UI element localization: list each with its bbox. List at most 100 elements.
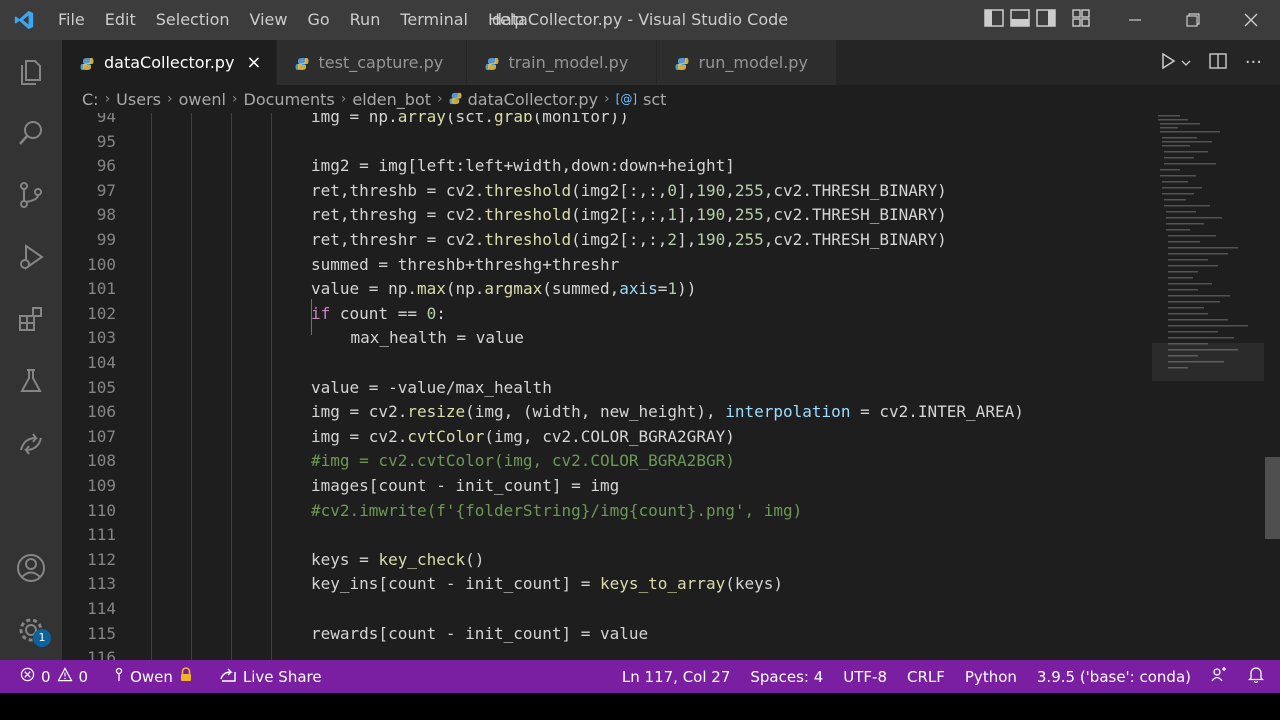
vscode-logo-icon <box>0 0 48 40</box>
code-line[interactable]: 106 img = cv2.resize(img, (width, new_hei… <box>62 400 1142 425</box>
feedback-icon[interactable] <box>1211 666 1228 687</box>
breadcrumb-owenl[interactable]: owenl <box>179 90 226 109</box>
breadcrumb: C: › Users › owenl › Documents › elden_b… <box>62 85 1280 113</box>
code-text: img2 = img[left:left+width,down:down+hei… <box>311 156 735 176</box>
code-text: summed = threshb+threshg+threshr <box>311 254 620 274</box>
line-endings[interactable]: CRLF <box>907 668 945 686</box>
tab-run-model[interactable]: run_model.py <box>656 40 837 85</box>
code-line[interactable]: 98 ret,threshg = cv2.threshold(img2[:,:,1… <box>62 203 1142 228</box>
extensions-icon[interactable] <box>0 288 62 350</box>
code-line[interactable]: 116 <box>62 646 1142 660</box>
tab-label: dataCollector.py <box>104 53 235 72</box>
minimize-button[interactable] <box>1106 0 1164 40</box>
menu-view[interactable]: View <box>240 0 298 40</box>
code-line[interactable]: 94 img = np.array(sct.grab(monitor)) <box>62 113 1142 130</box>
more-actions-icon[interactable]: ··· <box>1245 52 1262 73</box>
error-count: 0 <box>41 667 51 686</box>
code-line[interactable]: 115 rewards[count - init_count] = value <box>62 622 1142 647</box>
code-line[interactable]: 107 img = cv2.cvtColor(img, cv2.COLOR_BGR… <box>62 425 1142 450</box>
menu-go[interactable]: Go <box>297 0 339 40</box>
account-name: Owen <box>130 667 173 686</box>
line-number: 105 <box>87 377 116 397</box>
tab-datacollector[interactable]: dataCollector.py × <box>62 40 277 85</box>
code-line[interactable]: 95 <box>62 130 1142 155</box>
source-control-icon[interactable] <box>0 164 62 226</box>
code-line[interactable]: 108 #img = cv2.cvtColor(img, cv2.COLOR_BG… <box>62 449 1142 474</box>
code-line[interactable]: 114 <box>62 597 1142 622</box>
code-text: max_health = value <box>350 328 524 348</box>
breadcrumb-file[interactable]: dataCollector.py <box>468 90 598 109</box>
testing-icon[interactable] <box>0 350 62 412</box>
tab-test-capture[interactable]: test_capture.py <box>276 40 467 85</box>
settings-gear-icon[interactable] <box>0 599 62 661</box>
live-share-button[interactable]: Live Share <box>219 667 322 687</box>
close-tab-icon[interactable]: × <box>246 52 261 73</box>
toggle-primary-sidebar-icon[interactable] <box>984 9 1004 31</box>
menu-selection[interactable]: Selection <box>146 0 240 40</box>
breadcrumb-symbol[interactable]: sct <box>643 90 666 109</box>
menu-help[interactable]: Help <box>478 0 534 40</box>
indentation[interactable]: Spaces: 4 <box>750 668 823 686</box>
tab-label: run_model.py <box>698 53 808 72</box>
code-line[interactable]: 96 img2 = img[left:left+width,down:down+h… <box>62 154 1142 179</box>
toggle-panel-icon[interactable] <box>1010 9 1030 31</box>
menu-file[interactable]: File <box>48 0 95 40</box>
problems-indicator[interactable]: 0 0 <box>20 667 88 686</box>
code-line[interactable]: 112 keys = key_check() <box>62 548 1142 573</box>
menu-edit[interactable]: Edit <box>95 0 146 40</box>
code-line[interactable]: 103 max_health = value <box>62 326 1142 351</box>
editor-actions: ··· <box>1159 40 1280 85</box>
menu-run[interactable]: Run <box>340 0 391 40</box>
close-window-button[interactable] <box>1222 0 1280 40</box>
code-line[interactable]: 113 key_ins[count - init_count] = keys_to… <box>62 572 1142 597</box>
minimap[interactable] <box>1152 113 1264 383</box>
title-bar: File Edit Selection View Go Run Terminal… <box>0 0 1280 40</box>
toggle-secondary-sidebar-icon[interactable] <box>1036 9 1056 31</box>
code-line[interactable]: 110 #cv2.imwrite(f'{folderString}/img{cou… <box>62 499 1142 524</box>
title-controls <box>984 0 1280 40</box>
split-editor-icon[interactable] <box>1209 52 1227 74</box>
line-number: 97 <box>96 180 116 200</box>
tab-train-model[interactable]: train_model.py <box>466 40 657 85</box>
vertical-scrollbar[interactable] <box>1265 457 1280 539</box>
account-status[interactable]: Owen <box>114 667 193 687</box>
tab-bar: dataCollector.py × test_capture.py train… <box>62 40 1280 85</box>
account-icon[interactable] <box>0 537 62 599</box>
run-python-file-icon[interactable] <box>1159 52 1177 74</box>
code-line[interactable]: 99 ret,threshr = cv2.threshold(img2[:,:,2… <box>62 228 1142 253</box>
python-file-icon <box>80 56 94 70</box>
code-line[interactable]: 111 <box>62 523 1142 548</box>
code-editor[interactable]: 94 img = np.array(sct.grab(monitor)) 95 96 i… <box>62 113 1280 660</box>
line-number: 100 <box>87 254 116 274</box>
search-icon[interactable] <box>0 102 62 164</box>
code-line[interactable]: 100 summed = threshb+threshg+threshr <box>62 253 1142 278</box>
breadcrumb-elden-bot[interactable]: elden_bot <box>352 90 431 109</box>
remote-icon[interactable] <box>0 412 62 474</box>
settings-badge: 1 <box>33 629 51 647</box>
notifications-bell-icon[interactable] <box>1247 666 1265 687</box>
encoding[interactable]: UTF-8 <box>843 668 887 686</box>
files-icon[interactable] <box>0 40 62 102</box>
code-line[interactable]: 109 images[count - init_count] = img <box>62 474 1142 499</box>
line-number: 111 <box>87 525 116 545</box>
line-number: 106 <box>87 402 116 422</box>
code-line[interactable]: 104 <box>62 351 1142 376</box>
code-line[interactable]: 101 value = np.max(np.argmax(summed,axis=… <box>62 277 1142 302</box>
menu-terminal[interactable]: Terminal <box>390 0 478 40</box>
warning-icon <box>56 667 73 686</box>
cursor-position[interactable]: Ln 117, Col 27 <box>622 668 730 686</box>
run-debug-icon[interactable] <box>0 226 62 288</box>
python-file-icon <box>449 90 462 109</box>
code-line[interactable]: 97 ret,threshb = cv2.threshold(img2[:,:,0… <box>62 179 1142 204</box>
code-line[interactable]: 105 value = -value/max_health <box>62 376 1142 401</box>
breadcrumb-documents[interactable]: Documents <box>244 90 335 109</box>
chevron-down-icon[interactable] <box>1181 53 1191 72</box>
python-interpreter[interactable]: 3.9.5 ('base': conda) <box>1037 668 1191 686</box>
warning-count: 0 <box>78 667 89 686</box>
restore-button[interactable] <box>1164 0 1222 40</box>
breadcrumb-users[interactable]: Users <box>116 90 161 109</box>
breadcrumb-drive[interactable]: C: <box>82 90 99 109</box>
language-mode[interactable]: Python <box>965 668 1017 686</box>
code-line[interactable]: 102 if count == 0: <box>62 302 1142 327</box>
customize-layout-icon[interactable] <box>1072 9 1090 31</box>
